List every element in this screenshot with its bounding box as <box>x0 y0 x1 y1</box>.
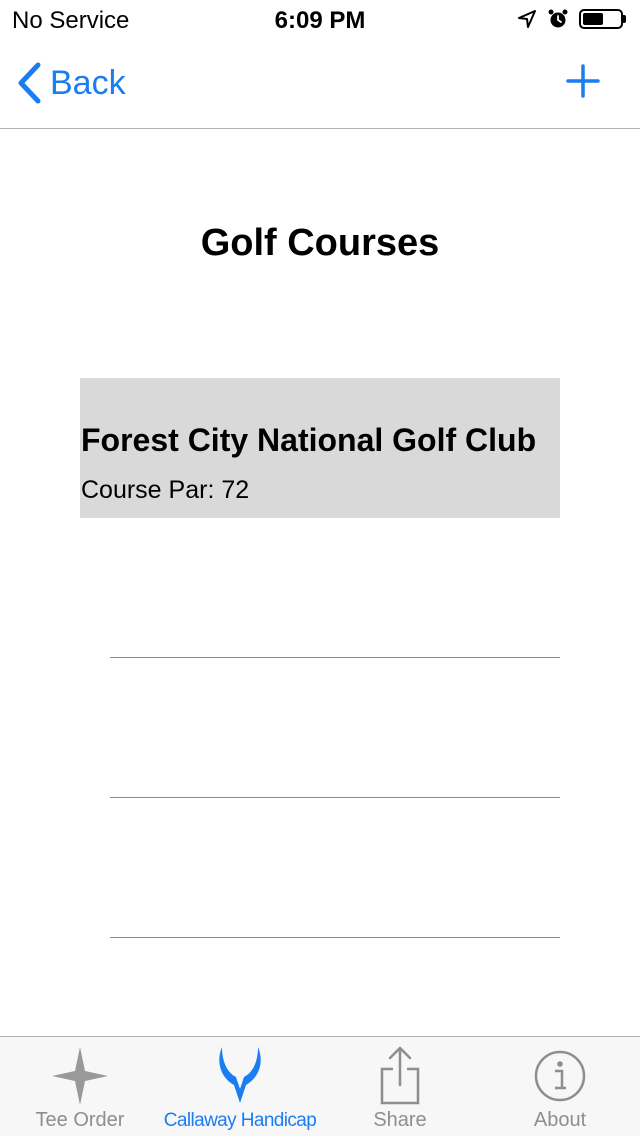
empty-row <box>80 658 560 798</box>
share-icon <box>380 1046 420 1105</box>
battery-icon <box>579 9 626 29</box>
plus-icon[interactable] <box>566 64 600 98</box>
chevron-left-icon <box>18 62 41 104</box>
tab-callaway-handicap[interactable]: Callaway Handicap <box>160 1037 320 1136</box>
row-divider <box>110 937 560 938</box>
location-arrow-icon <box>518 10 536 28</box>
navigation-bar: Back <box>0 40 640 129</box>
tab-bar: Tee Order Callaway Handicap Share About <box>0 1036 640 1136</box>
tab-about[interactable]: About <box>480 1037 640 1136</box>
course-par: Course Par: 72 <box>81 476 250 504</box>
alarm-icon <box>548 9 568 28</box>
course-name: Forest City National Golf Club <box>81 422 537 458</box>
tab-tee-order[interactable]: Tee Order <box>0 1037 160 1136</box>
back-button-label: Back <box>50 63 126 102</box>
tab-label: Tee Order <box>35 1109 125 1131</box>
empty-row <box>80 518 560 658</box>
status-bar: No Service 6:09 PM <box>0 0 640 40</box>
page-title: Golf Courses <box>200 222 440 264</box>
tab-share[interactable]: Share <box>320 1037 480 1136</box>
course-row[interactable]: Forest City National Golf Club Course Pa… <box>80 378 560 518</box>
status-icons <box>517 8 626 30</box>
course-list: Forest City National Golf Club Course Pa… <box>80 378 560 938</box>
tab-label: Callaway Handicap <box>163 1110 317 1131</box>
back-button[interactable]: Back <box>16 62 126 104</box>
tab-label: Share <box>373 1109 427 1131</box>
empty-row <box>80 798 560 938</box>
tab-label: About <box>533 1109 587 1131</box>
callaway-logo-icon <box>219 1047 261 1103</box>
info-icon <box>534 1050 586 1102</box>
star-icon <box>52 1047 108 1105</box>
